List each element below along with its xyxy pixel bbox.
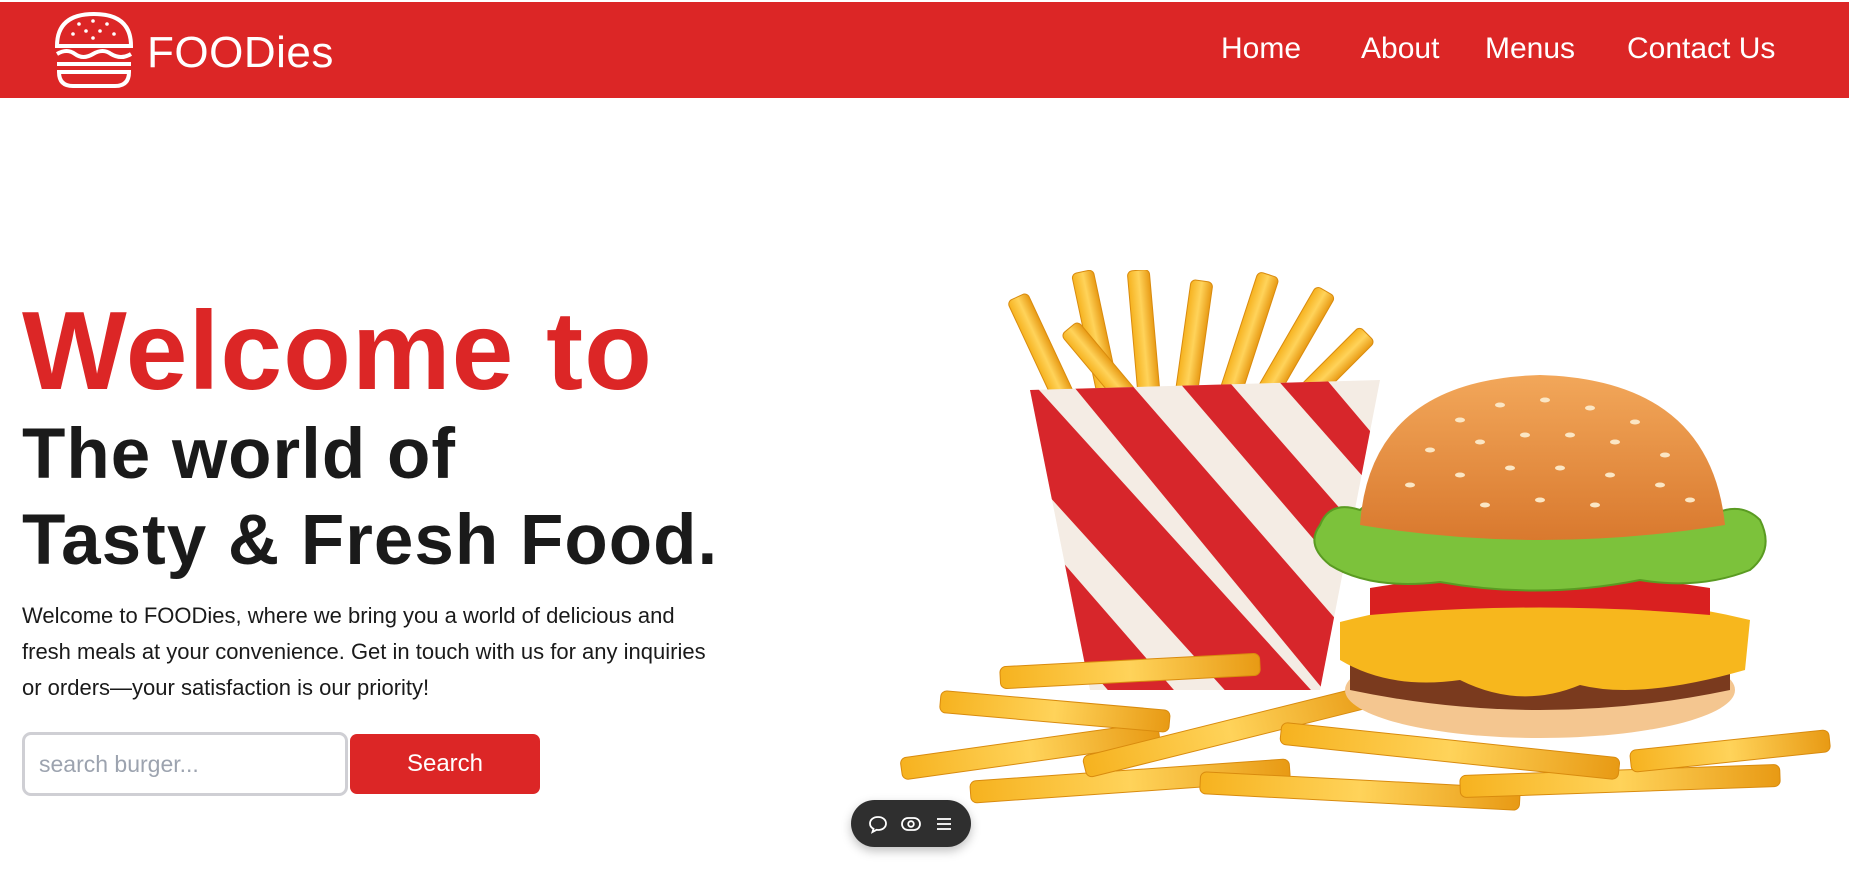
- nav-home[interactable]: Home: [1221, 32, 1301, 66]
- hero-title-welcome: Welcome to: [22, 289, 653, 413]
- nav-contact-us[interactable]: Contact Us: [1627, 32, 1775, 66]
- hero-description: Welcome to FOODies, where we bring you a…: [22, 603, 706, 700]
- nav-about[interactable]: About: [1361, 32, 1439, 66]
- brand[interactable]: FOODies: [53, 10, 334, 95]
- brand-name: FOODies: [147, 27, 334, 77]
- hero-title-line3: Tasty & Fresh Food.: [22, 501, 719, 580]
- eye-icon[interactable]: [900, 813, 922, 835]
- menu-icon[interactable]: [933, 813, 955, 835]
- hero-title-line2: The world of: [22, 415, 457, 494]
- burger-logo-icon: [53, 10, 135, 95]
- floating-toolbar: [851, 800, 971, 847]
- comment-icon[interactable]: [867, 813, 889, 835]
- search-button[interactable]: Search: [350, 734, 540, 794]
- nav-menus[interactable]: Menus: [1485, 32, 1575, 66]
- top-navbar: FOODies Home About Menus Contact Us: [0, 2, 1849, 98]
- search-bar: Search: [22, 732, 540, 796]
- burger-and-fries-image: [900, 269, 1840, 830]
- hero-text: Welcome to The world of Tasty & Fresh Fo…: [22, 296, 742, 706]
- search-input[interactable]: [22, 732, 348, 796]
